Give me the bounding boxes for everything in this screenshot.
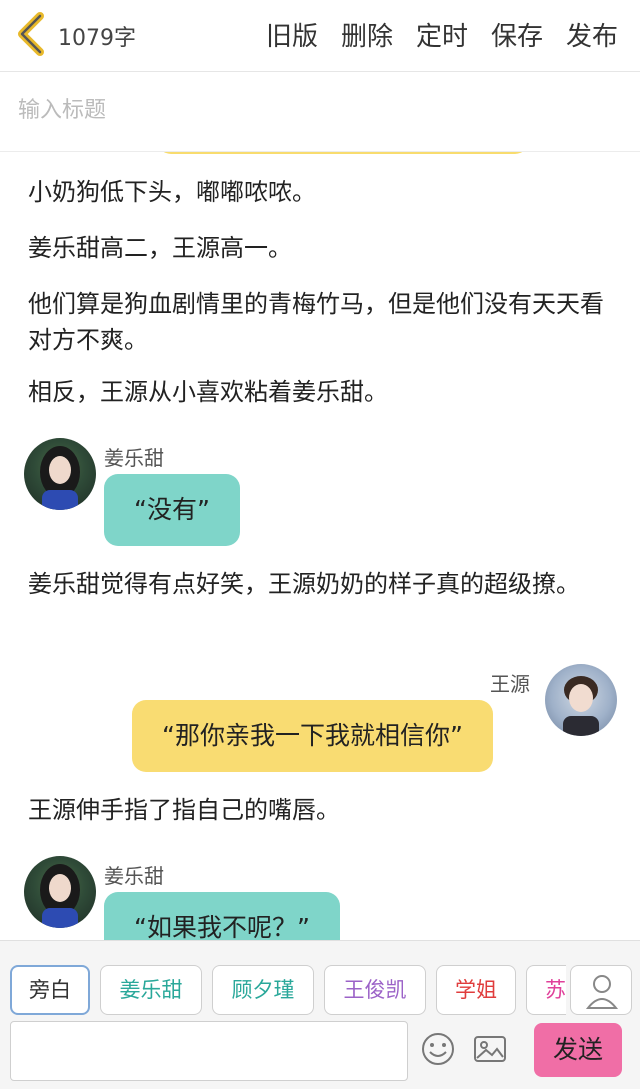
story-content[interactable]: 小奶狗低下头，嘟嘟哝哝。 姜乐甜高二，王源高一。 他们算是狗血剧情里的青梅竹马，… xyxy=(0,152,640,940)
speaker-name: 王源 xyxy=(490,672,530,696)
narration-paragraph[interactable]: 他们算是狗血剧情里的青梅竹马，但是他们没有天天看对方不爽。 xyxy=(28,286,616,358)
speaker-name: 姜乐甜 xyxy=(104,446,164,470)
title-bar xyxy=(0,72,640,152)
avatar-jiang-letian xyxy=(24,856,96,928)
character-chip-jiang-letian[interactable]: 姜乐甜 xyxy=(100,965,202,1015)
send-button[interactable]: 发送 xyxy=(534,1023,622,1077)
title-input[interactable] xyxy=(18,98,618,123)
word-count: 1079字 xyxy=(58,26,136,51)
publish-button[interactable]: 发布 xyxy=(566,16,618,53)
message-bubble[interactable]: “如果我不呢？” xyxy=(104,892,340,940)
person-icon[interactable] xyxy=(570,965,632,1015)
character-chip-senior[interactable]: 学姐 xyxy=(436,965,516,1015)
character-chip-narrator[interactable]: 旁白 xyxy=(10,965,90,1015)
narration-paragraph[interactable]: 小奶狗低下头，嘟嘟哝哝。 xyxy=(28,174,616,210)
narration-paragraph[interactable]: 相反，王源从小喜欢粘着姜乐甜。 xyxy=(28,374,616,410)
narration-paragraph[interactable]: 王源伸手指了指自己的嘴唇。 xyxy=(28,792,616,828)
save-button[interactable]: 保存 xyxy=(491,16,543,53)
delete-button[interactable]: 删除 xyxy=(341,16,393,53)
avatar-jiang-letian xyxy=(24,438,96,510)
character-chip-su[interactable]: 苏 xyxy=(526,965,566,1015)
message-bubble-partial[interactable] xyxy=(157,152,529,154)
bottom-toolbar: 旁白 姜乐甜 顾夕瑾 王俊凯 学姐 苏 发送 xyxy=(0,940,640,1089)
chevron-left-icon[interactable] xyxy=(14,12,50,56)
top-bar: 1079字 旧版 删除 定时 保存 发布 xyxy=(0,0,640,72)
message-bubble[interactable]: “那你亲我一下我就相信你” xyxy=(132,700,493,772)
avatar-wang-yuan xyxy=(545,664,617,736)
speaker-name: 姜乐甜 xyxy=(104,864,164,888)
character-chip-wang-junkai[interactable]: 王俊凯 xyxy=(324,965,426,1015)
narration-paragraph[interactable]: 姜乐甜觉得有点好笑，王源奶奶的样子真的超级撩。 xyxy=(28,566,616,602)
schedule-button[interactable]: 定时 xyxy=(416,16,468,53)
message-bubble[interactable]: “没有” xyxy=(104,474,240,546)
character-chip-gu-xijin[interactable]: 顾夕瑾 xyxy=(212,965,314,1015)
emoji-icon[interactable] xyxy=(418,1029,458,1069)
message-input[interactable] xyxy=(10,1021,408,1081)
image-icon[interactable] xyxy=(470,1029,510,1069)
narration-paragraph[interactable]: 姜乐甜高二，王源高一。 xyxy=(28,230,616,266)
old-version-button[interactable]: 旧版 xyxy=(266,16,318,53)
